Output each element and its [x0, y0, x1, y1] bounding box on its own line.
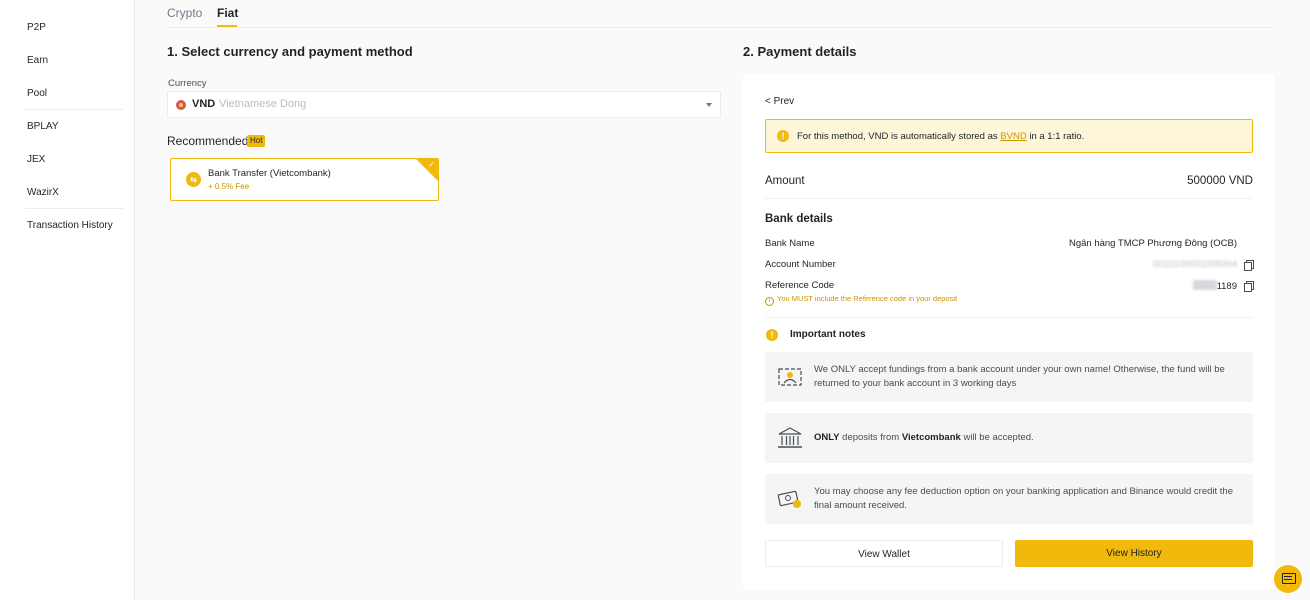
account-number-value: 0010100001005004	[1152, 259, 1237, 270]
notice-text-after: in a 1:1 ratio.	[1026, 131, 1085, 142]
bank-transfer-icon: ⇆	[186, 172, 201, 187]
id-card-icon	[778, 368, 802, 386]
caret-down-icon	[706, 103, 712, 107]
important-notes-title: Important notes	[790, 329, 866, 340]
reference-warning: i You MUST include the Reference code in …	[765, 294, 957, 306]
currency-name: Vietnamese Dong	[219, 98, 307, 110]
notice-text-before: For this method, VND is automatically st…	[797, 131, 1001, 142]
divider	[765, 317, 1253, 318]
note-bold-bank: Vietcombank	[901, 432, 961, 443]
note-text: You may choose any fee deduction option …	[814, 486, 1233, 511]
note-card: ONLY deposits from Vietcombank will be a…	[765, 413, 1253, 463]
note-end: will be accepted.	[960, 432, 1034, 443]
note-text: We ONLY accept fundings from a bank acco…	[814, 364, 1225, 389]
bank-building-icon	[778, 427, 802, 448]
divider	[765, 198, 1253, 199]
reference-code-value: 1189	[1192, 280, 1237, 292]
bank-details-title: Bank details	[765, 213, 833, 225]
amount-label: Amount	[765, 175, 805, 187]
note-card: You may choose any fee deduction option …	[765, 474, 1253, 524]
bank-name-value: Ngân hàng TMCP Phương Đông (OCB)	[1068, 238, 1237, 249]
prev-button[interactable]: < Prev	[765, 96, 794, 107]
note-middle: deposits from	[839, 432, 902, 443]
view-history-button[interactable]: View History	[1015, 540, 1253, 567]
view-wallet-button[interactable]: View Wallet	[765, 540, 1003, 567]
payment-method-fee: + 0.5% Fee	[208, 182, 250, 191]
note-text: ONLY deposits from Vietcombank will be a…	[814, 431, 1244, 445]
sidebar-item-transaction-history[interactable]: Transaction History	[27, 220, 113, 231]
sidebar-item-bplay[interactable]: BPLAY	[27, 121, 59, 132]
note-card: We ONLY accept fundings from a bank acco…	[765, 352, 1253, 402]
warning-icon: !	[777, 130, 789, 142]
storage-notice: ! For this method, VND is automatically …	[765, 119, 1253, 153]
bvnd-link[interactable]: BVND	[1000, 131, 1026, 142]
sidebar-divider	[25, 109, 123, 110]
money-exchange-icon	[777, 490, 801, 508]
sidebar-item-jex[interactable]: JEX	[27, 154, 45, 165]
account-number-label: Account Number	[765, 259, 836, 270]
sidebar: P2P Earn Pool BPLAY JEX WazirX Transacti…	[0, 0, 135, 600]
reference-warning-text: You MUST include the Reference code in y…	[777, 294, 958, 303]
select-currency-title: 1. Select currency and payment method	[167, 44, 413, 59]
vietnam-flag-icon	[176, 100, 186, 110]
active-tab-indicator	[217, 25, 237, 27]
tab-crypto[interactable]: Crypto	[167, 6, 202, 20]
sidebar-divider	[25, 208, 123, 209]
sidebar-item-pool[interactable]: Pool	[27, 88, 47, 99]
bank-name-label: Bank Name	[765, 238, 815, 249]
reference-code-masked	[1192, 280, 1217, 290]
payment-method-name: Bank Transfer (Vietcombank)	[208, 168, 331, 179]
warning-icon: !	[766, 329, 778, 341]
copy-icon[interactable]	[1244, 281, 1254, 292]
amount-value: 500000 VND	[1187, 175, 1253, 187]
sidebar-item-p2p[interactable]: P2P	[27, 22, 46, 33]
chat-support-icon[interactable]	[1274, 565, 1302, 593]
tab-bar: Crypto Fiat	[167, 0, 1273, 28]
reference-code-label: Reference Code	[765, 280, 835, 291]
info-icon: i	[765, 297, 774, 306]
hot-badge: Hot	[247, 135, 266, 147]
currency-label: Currency	[168, 78, 207, 89]
note-bold-only: ONLY	[814, 432, 840, 443]
payment-method-card[interactable]: ⇆ Bank Transfer (Vietcombank) + 0.5% Fee…	[170, 158, 439, 201]
sidebar-item-wazirx[interactable]: WazirX	[27, 187, 59, 198]
payment-details-panel: < Prev ! For this method, VND is automat…	[743, 74, 1275, 590]
recommended-label: Recommended	[167, 134, 249, 148]
main-content: Crypto Fiat 1. Select currency and payme…	[150, 0, 1290, 600]
sidebar-item-earn[interactable]: Earn	[27, 55, 48, 66]
notice-text: For this method, VND is automatically st…	[797, 131, 1084, 142]
currency-select[interactable]: VND Vietnamese Dong	[167, 91, 721, 118]
check-icon: ✓	[428, 160, 435, 169]
tab-fiat[interactable]: Fiat	[217, 6, 238, 20]
currency-code: VND	[192, 98, 216, 110]
payment-details-title: 2. Payment details	[743, 44, 857, 59]
reference-code-text: 1189	[1216, 281, 1237, 292]
copy-icon[interactable]	[1244, 260, 1254, 271]
